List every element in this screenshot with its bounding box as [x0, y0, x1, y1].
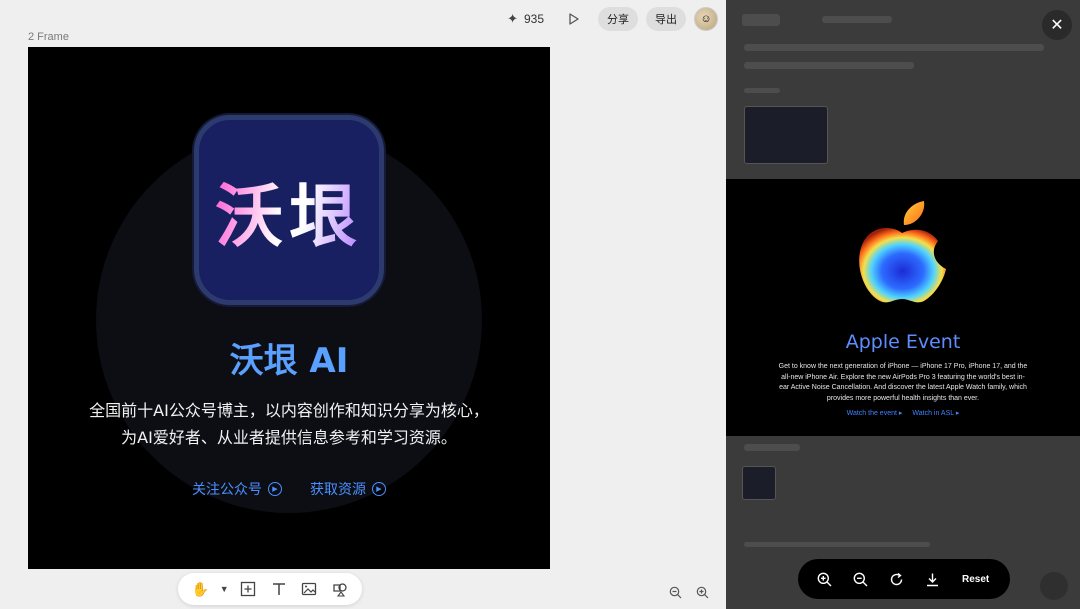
zoom-out-icon: [853, 572, 867, 586]
text-icon: [272, 583, 285, 595]
event-links: Watch the event ▸ Watch in ASL ▸: [726, 409, 1080, 417]
dimmed-placeholder: [822, 16, 892, 23]
close-viewer-button[interactable]: ✕: [1042, 10, 1072, 40]
bottom-toolbar: ✋ ▼: [178, 573, 362, 605]
brand-description: 全国前十AI公众号博主，以内容创作和知识分享为核心， 为AI爱好者、从业者提供信…: [28, 397, 550, 451]
shape-tool-button[interactable]: [327, 576, 352, 602]
event-description: Get to know the next generation of iPhon…: [778, 363, 1028, 402]
watch-event-link[interactable]: Watch the event ▸: [847, 409, 903, 417]
hand-icon: ✋: [191, 580, 209, 597]
dimmed-placeholder: [744, 44, 1044, 51]
hand-tool-button[interactable]: ✋: [188, 576, 213, 602]
credits-value: 935: [523, 12, 544, 26]
rotate-icon: [890, 572, 902, 585]
sparkle-icon: ✦: [507, 11, 518, 26]
link-label: Watch the event: [846, 410, 897, 417]
get-resources-link[interactable]: 获取资源 ▶: [310, 479, 386, 499]
apple-logo-image: [859, 201, 946, 303]
play-circle-icon: ▸: [955, 410, 960, 417]
brand-title: 沃垠 AI: [229, 341, 349, 381]
artboard-links: 关注公众号 ▶ 获取资源 ▶: [28, 479, 550, 499]
image-viewer-controls: Reset: [798, 559, 1010, 599]
frame-label[interactable]: 2 Frame: [28, 31, 69, 43]
text-tool-button[interactable]: [266, 576, 291, 602]
play-circle-icon: ▶: [268, 482, 282, 496]
download-icon: [926, 573, 938, 586]
avatar[interactable]: ☺: [694, 7, 718, 31]
tool-menu-dropdown[interactable]: ▼: [219, 576, 230, 602]
description-line: 为AI爱好者、从业者提供信息参考和学习资源。: [121, 428, 457, 447]
frame-plus-icon: [240, 581, 256, 597]
link-label: 关注公众号: [192, 482, 262, 498]
watch-asl-link[interactable]: Watch in ASL ▸: [912, 409, 959, 417]
image-tool-button[interactable]: [297, 576, 322, 602]
share-button[interactable]: 分享: [598, 7, 638, 31]
frame-tool-button[interactable]: [236, 576, 261, 602]
shapes-icon: [333, 583, 347, 597]
dimmed-placeholder: [744, 62, 914, 69]
viewer-download-button[interactable]: [916, 563, 948, 595]
play-button[interactable]: [562, 7, 586, 31]
credits-counter: ✦ 935: [507, 11, 544, 27]
play-circle-icon: ▸: [898, 410, 903, 417]
top-toolbar: ✦ 935 分享 导出 ☺: [507, 6, 718, 32]
dimmed-placeholder: [744, 542, 930, 547]
dimmed-thumbnail: [744, 106, 828, 164]
follow-account-link[interactable]: 关注公众号 ▶: [192, 479, 282, 499]
dimmed-placeholder: [742, 14, 780, 26]
design-canvas[interactable]: ✦ 935 分享 导出 ☺ 2 Frame 沃垠 沃垠 AI 全国前十AI公众号…: [0, 0, 726, 609]
image-icon: [302, 582, 317, 596]
play-circle-icon: ▶: [372, 482, 386, 496]
dimmed-placeholder: [744, 444, 800, 451]
brand-app-icon: 沃垠: [194, 115, 384, 305]
zoom-in-button[interactable]: [694, 584, 710, 600]
viewer-zoom-out-button[interactable]: [844, 563, 876, 595]
avatar-face-icon: ☺: [700, 13, 712, 25]
viewer-rotate-button[interactable]: [880, 563, 912, 595]
dimmed-placeholder: [744, 88, 780, 93]
image-preview[interactable]: Apple Event Get to know the next generat…: [726, 179, 1080, 436]
dimmed-send-button: [1040, 572, 1068, 600]
artboard-frame[interactable]: 沃垠 沃垠 AI 全国前十AI公众号博主，以内容创作和知识分享为核心， 为AI爱…: [28, 47, 550, 569]
zoom-in-icon: [696, 586, 708, 598]
dimmed-thumbnail: [742, 466, 776, 500]
brand-icon-text: 沃垠: [215, 161, 363, 260]
event-title: Apple Event: [845, 331, 961, 353]
viewer-reset-button[interactable]: Reset: [962, 574, 989, 585]
export-button[interactable]: 导出: [646, 7, 686, 31]
play-icon: [569, 13, 579, 25]
chevron-down-icon: ▼: [219, 584, 229, 594]
link-label: 获取资源: [310, 482, 366, 498]
zoom-in-icon: [817, 572, 831, 586]
close-icon: ✕: [1050, 17, 1064, 34]
zoom-out-button[interactable]: [667, 584, 683, 600]
zoom-out-icon: [669, 586, 681, 598]
viewer-zoom-in-button[interactable]: [808, 563, 840, 595]
link-label: Watch in ASL: [912, 410, 954, 417]
description-line: 全国前十AI公众号博主，以内容创作和知识分享为核心，: [89, 401, 489, 420]
